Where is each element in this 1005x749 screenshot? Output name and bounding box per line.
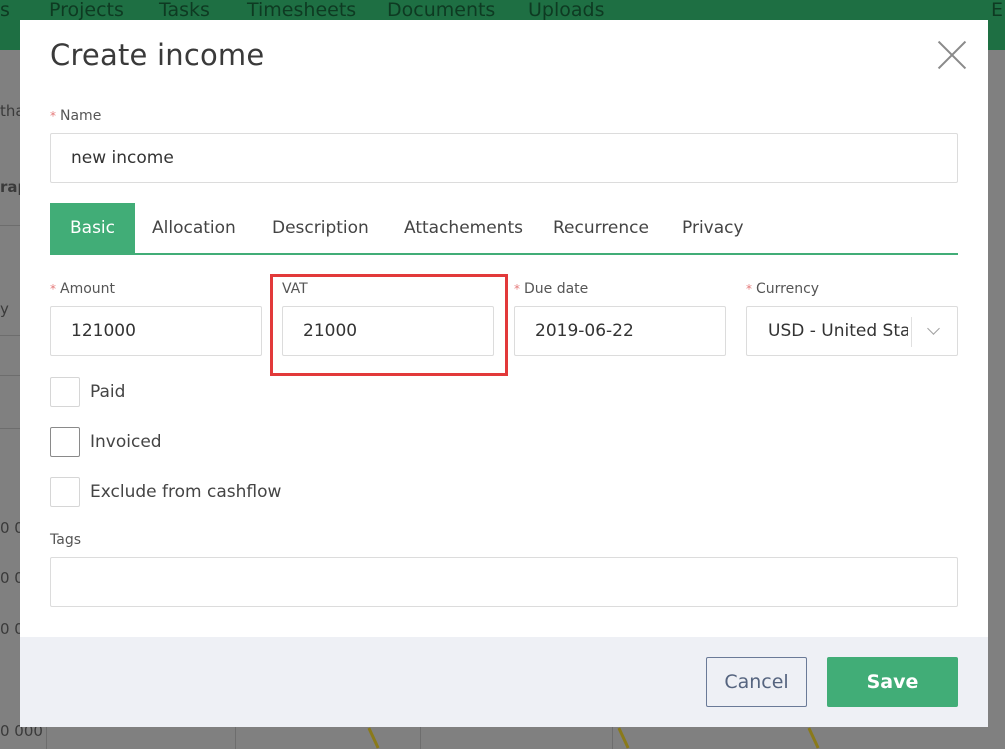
currency-label: * Currency [746,281,819,297]
tab-privacy[interactable]: Privacy [682,203,744,253]
background-chart-line [367,727,380,749]
chevron-down-icon[interactable] [927,322,940,335]
background-divider [0,428,20,429]
background-nav-item: Uploads [528,0,605,21]
due-date-label-text: Due date [524,281,589,297]
tab-basic[interactable]: Basic [50,203,136,253]
close-icon[interactable] [937,40,967,70]
tags-label: Tags [50,532,81,548]
background-nav-item: Projects [49,0,124,21]
tags-label-text: Tags [50,532,81,548]
tab-recurrence[interactable]: Recurrence [553,203,649,253]
background-divider [612,727,613,749]
currency-select[interactable]: USD - United States [746,306,958,356]
name-label-text: Name [60,108,102,124]
amount-input[interactable] [50,306,262,356]
name-label: * Name [50,108,101,124]
background-chart-line [807,727,820,749]
invoiced-checkbox-label: Invoiced [90,432,162,452]
create-income-dialog: Create income * Name Basic Allocation Des… [20,20,988,727]
name-input[interactable] [50,133,958,183]
required-mark: * [50,109,56,123]
exclude-cashflow-checkbox[interactable] [50,477,80,507]
save-button[interactable]: Save [827,657,958,707]
background-divider [0,335,20,336]
exclude-cashflow-checkbox-label: Exclude from cashflow [90,482,282,502]
background-divider [0,375,20,376]
background-nav-item: Documents [387,0,496,21]
background-divider [46,727,47,749]
paid-checkbox-label: Paid [90,382,126,402]
amount-label: * Amount [50,281,115,297]
required-mark: * [50,282,56,296]
tab-bar: Basic Allocation Description Attachement… [50,203,958,255]
required-mark: * [746,282,752,296]
background-divider [0,225,20,226]
currency-label-text: Currency [756,281,820,297]
vat-input[interactable] [282,306,494,356]
tab-description[interactable]: Description [272,203,369,253]
dialog-footer: Cancel Save [20,637,988,727]
paid-checkbox[interactable] [50,377,80,407]
background-nav-item: Timesheets [247,0,357,21]
currency-select-value: USD - United States [768,321,908,341]
amount-label-text: Amount [60,281,116,297]
background-nav-item: Tasks [159,0,210,21]
background-divider [420,727,421,749]
background-chart-line [617,727,630,749]
background-text: y [0,300,9,318]
dialog-title: Create income [50,38,265,72]
required-mark: * [514,282,520,296]
tab-allocation[interactable]: Allocation [152,203,236,253]
background-divider [235,727,236,749]
due-date-input[interactable] [514,306,726,356]
vat-label-text: VAT [282,281,308,297]
due-date-label: * Due date [514,281,588,297]
tab-attachements[interactable]: Attachements [404,203,523,253]
select-separator [911,317,912,347]
tags-input[interactable] [50,557,958,607]
background-nav-item: E [991,0,1004,21]
invoiced-checkbox[interactable] [50,427,80,457]
background-nav-item: s [0,0,10,21]
cancel-button[interactable]: Cancel [706,657,807,707]
vat-label: VAT [282,281,308,297]
